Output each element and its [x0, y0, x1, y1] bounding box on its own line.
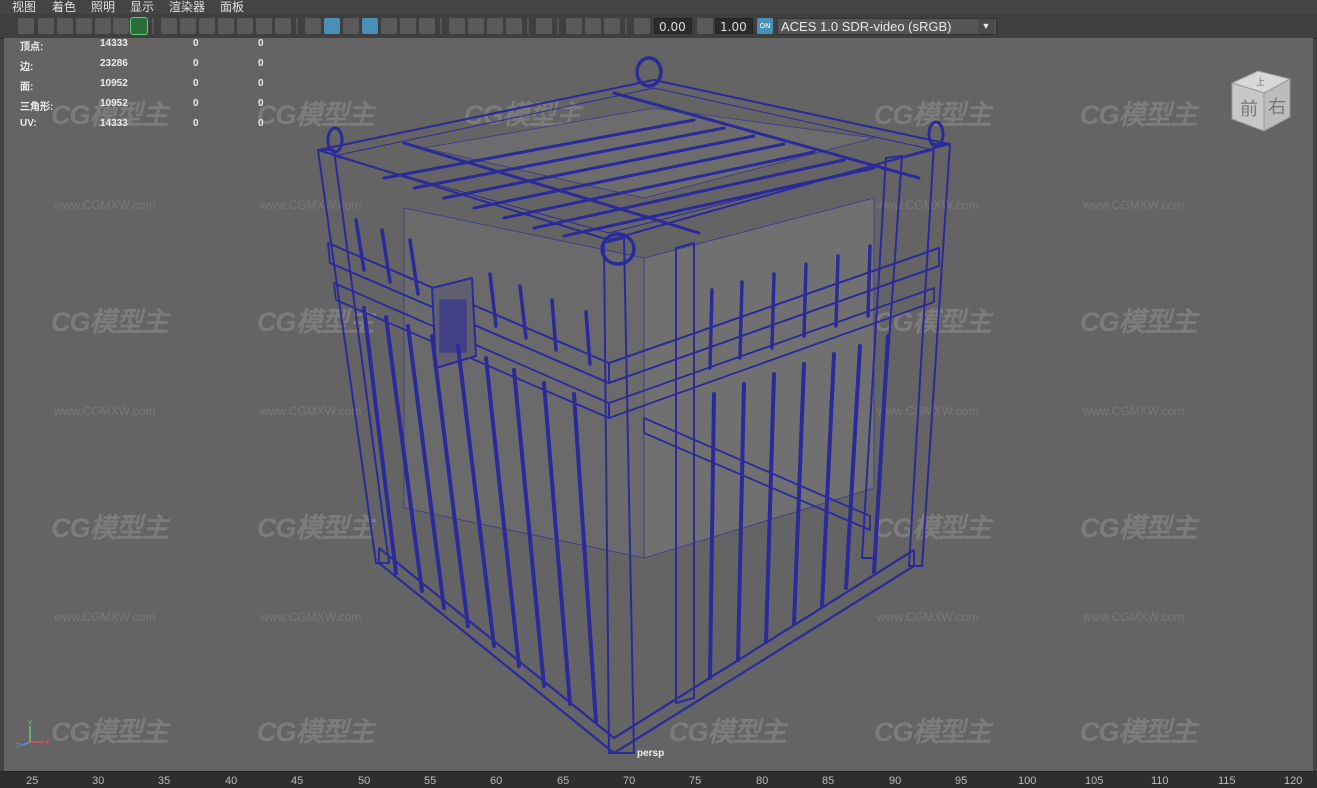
axis-y-label: Y	[27, 719, 33, 727]
timeline-tick: 70	[623, 775, 636, 787]
timeline-tick: 75	[689, 775, 702, 787]
timeline-tick: 60	[490, 775, 503, 787]
smooth-shade-icon[interactable]	[324, 18, 340, 34]
resolution-gate-icon[interactable]	[199, 18, 215, 34]
toolbar-divider	[152, 18, 154, 34]
field-chart-icon[interactable]	[237, 18, 253, 34]
viewcube-right-label: 右	[1268, 97, 1286, 118]
timeline-tick: 90	[889, 775, 902, 787]
gamma-field[interactable]: 1.00	[715, 18, 753, 34]
timeline-tick: 50	[358, 775, 371, 787]
time-slider[interactable]: 25 30 35 40 45 50 55 60 65 70 75 80 85 9…	[0, 771, 1317, 788]
menu-panels[interactable]: 面板	[220, 0, 244, 14]
safe-action-icon[interactable]	[256, 18, 272, 34]
backface-culling-icon[interactable]	[604, 18, 620, 34]
timeline-tick: 85	[822, 775, 835, 787]
safe-title-icon[interactable]	[275, 18, 291, 34]
color-space-value: ACES 1.0 SDR-video (sRGB)	[781, 19, 952, 34]
isolate-select-icon[interactable]	[536, 18, 552, 34]
gamma-icon[interactable]	[697, 18, 713, 34]
timeline-tick: 120	[1284, 775, 1303, 787]
image-plane-icon[interactable]	[76, 18, 92, 34]
toolbar-divider	[557, 18, 559, 34]
menu-view[interactable]: 视图	[12, 0, 36, 14]
timeline-tick: 45	[291, 775, 304, 787]
depth-of-field-icon[interactable]	[506, 18, 522, 34]
camera-attributes-icon[interactable]	[38, 18, 54, 34]
menu-lighting[interactable]: 照明	[91, 0, 115, 14]
viewcube-top-label: 上	[1256, 77, 1265, 88]
exposure-field[interactable]: 0.00	[654, 18, 692, 34]
viewcube-front-label: 前	[1240, 99, 1258, 120]
timeline-tick: 65	[557, 775, 570, 787]
viewcube[interactable]: 上 前 右	[1226, 65, 1296, 137]
chevron-down-icon[interactable]: ▼	[978, 19, 994, 34]
xray-icon[interactable]	[566, 18, 582, 34]
timeline-tick: 25	[26, 775, 39, 787]
film-gate-icon[interactable]	[180, 18, 196, 34]
anti-aliasing-icon[interactable]	[487, 18, 503, 34]
shadows-icon[interactable]	[419, 18, 435, 34]
timeline-tick: 80	[756, 775, 769, 787]
xray-joints-icon[interactable]	[585, 18, 601, 34]
camera-name-label: persp	[637, 748, 665, 759]
grid-icon[interactable]	[161, 18, 177, 34]
cage-model-wireframe[interactable]	[4, 38, 1313, 771]
viewport-toolbar: 0.00 1.00 ON ACES 1.0 SDR-video (sRGB) ▼	[0, 14, 1317, 39]
grease-pencil-icon[interactable]	[95, 18, 111, 34]
bookmark-icon[interactable]	[57, 18, 73, 34]
menu-renderer[interactable]: 渲染器	[169, 0, 205, 14]
timeline-tick: 105	[1085, 775, 1104, 787]
timeline-tick: 30	[92, 775, 105, 787]
camera-select-icon[interactable]	[18, 18, 34, 34]
grease-pencil-active-icon[interactable]	[130, 17, 148, 35]
axis-x-label: X	[45, 739, 50, 747]
viewport-menubar: 视图 着色 照明 显示 渲染器 面板	[0, 0, 1317, 14]
toolbar-divider	[625, 18, 627, 34]
default-material-icon[interactable]	[343, 18, 359, 34]
menu-shading[interactable]: 着色	[52, 0, 76, 14]
wireframe-icon[interactable]	[305, 18, 321, 34]
toolbar-divider	[296, 18, 298, 34]
timeline-tick: 55	[424, 775, 437, 787]
toolbar-divider	[440, 18, 442, 34]
lighting-icon[interactable]	[400, 18, 416, 34]
axis-gizmo: Y X Z	[15, 719, 50, 748]
timeline-tick: 100	[1018, 775, 1037, 787]
toolbar-divider	[527, 18, 529, 34]
2d-pan-zoom-icon[interactable]	[113, 18, 129, 34]
exposure-icon[interactable]	[634, 18, 650, 34]
3d-viewport[interactable]: CG模型主 CG模型主 CG模型主 CG模型主 CG模型主 CG模型主 CG模型…	[4, 38, 1313, 771]
gate-mask-icon[interactable]	[218, 18, 234, 34]
color-management-toggle-icon[interactable]: ON	[757, 18, 773, 34]
screen-space-ao-icon[interactable]	[449, 18, 465, 34]
timeline-tick: 115	[1218, 775, 1236, 787]
timeline-tick: 40	[225, 775, 238, 787]
textured-icon[interactable]	[381, 18, 397, 34]
timeline-tick: 35	[158, 775, 171, 787]
motion-blur-icon[interactable]	[468, 18, 484, 34]
axis-z-label: Z	[15, 742, 20, 748]
wireframe-on-shaded-icon[interactable]	[362, 18, 378, 34]
color-space-select[interactable]: ACES 1.0 SDR-video (sRGB) ▼	[777, 18, 997, 35]
timeline-tick: 95	[955, 775, 968, 787]
timeline-tick: 110	[1151, 775, 1169, 787]
menu-show[interactable]: 显示	[130, 0, 154, 14]
